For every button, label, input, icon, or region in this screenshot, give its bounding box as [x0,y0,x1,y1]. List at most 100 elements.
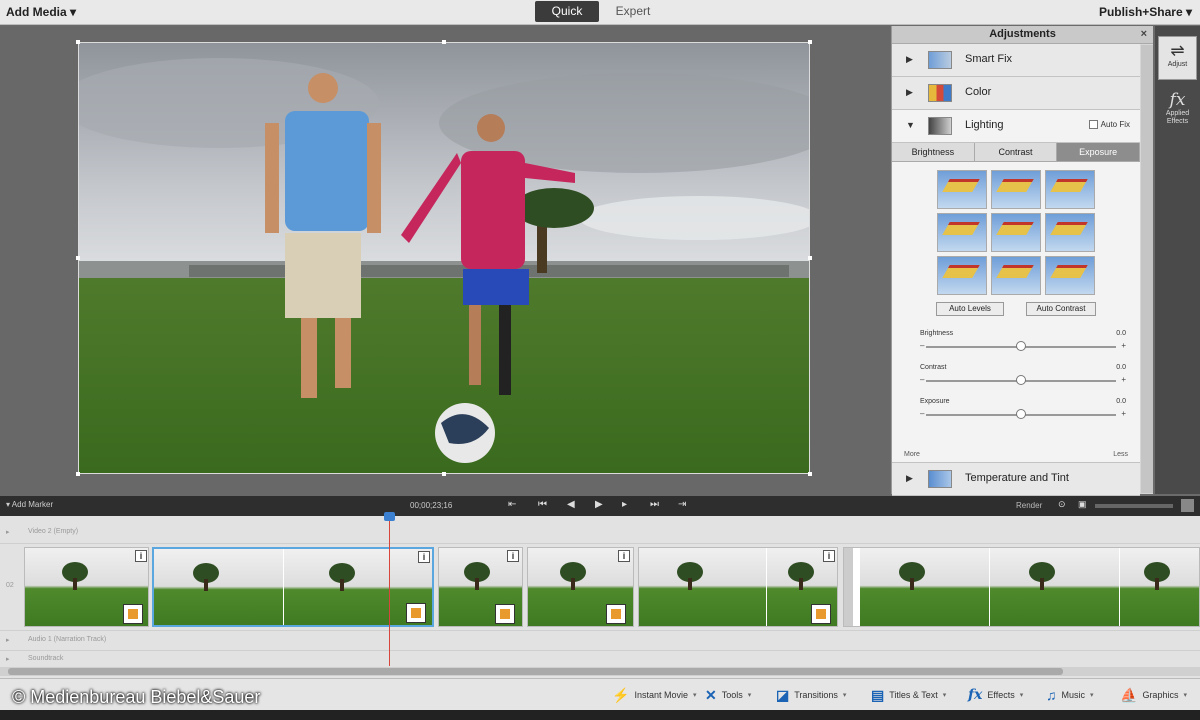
clip-info-icon[interactable]: i [418,551,430,563]
track-toggle-icon[interactable]: ▸ [6,528,10,536]
graphics-button[interactable]: ⛵ Graphics ▾ [1120,686,1187,704]
plus-icon[interactable]: + [1121,341,1126,350]
section-smart-fix[interactable]: ▶ Smart Fix [892,44,1140,77]
exposure-preset-thumb[interactable] [937,170,987,209]
clip-effects-icon[interactable] [811,604,831,624]
section-color[interactable]: ▶ Color [892,77,1140,110]
clip-info-icon[interactable]: i [823,550,835,562]
clip-effects-icon[interactable] [123,604,143,624]
fast-forward-icon[interactable]: ⏭ [650,499,659,510]
crop-handle[interactable] [76,256,80,260]
timeline-scrollbar[interactable] [0,667,1200,676]
minus-icon[interactable]: – [920,375,924,384]
track-toggle-icon[interactable]: ▸ [6,655,10,663]
tree-trunk [1039,578,1044,590]
section-lighting[interactable]: ▼ Lighting Auto Fix [892,110,1140,143]
instant-movie-button[interactable]: ⚡ Instant Movie ▾ [612,686,696,704]
exposure-preset-thumb[interactable] [937,213,987,252]
adjust-button[interactable]: ⇌ Adjust [1158,36,1197,80]
crop-handle[interactable] [76,40,80,44]
step-forward-icon[interactable]: ▸ [622,499,627,510]
rewind-icon[interactable]: ⏮ [538,499,547,510]
music-button[interactable]: ♫ Music ▾ [1046,686,1094,704]
crop-handle[interactable] [76,472,80,476]
publish-share-button[interactable]: Publish+Share ▾ [1099,5,1192,19]
video-preview-frame[interactable] [78,42,810,474]
plus-icon[interactable]: + [1121,375,1126,384]
step-back-icon[interactable]: ◀ [567,499,575,510]
slider-knob[interactable] [1016,341,1026,351]
transitions-icon: ◪ [776,686,790,703]
minus-icon[interactable]: – [920,341,924,350]
clip-info-icon[interactable]: i [618,550,630,562]
video-clip[interactable]: i [638,547,838,627]
exposure-preset-thumb[interactable] [991,213,1041,252]
go-to-next-edit-icon[interactable]: ⇥ [678,499,686,510]
timeline-tracks: ▸ Video 2 (Empty) 02 ▸ Audio 1 (Narratio… [0,516,1200,678]
crop-handle[interactable] [808,256,812,260]
crop-handle[interactable] [808,472,812,476]
tab-contrast[interactable]: Contrast [975,143,1058,161]
video-clip[interactable]: i [438,547,523,627]
effects-button[interactable]: fx Effects ▾ [968,686,1023,704]
go-to-previous-edit-icon[interactable]: ⇤ [508,499,516,510]
less-link[interactable]: Less [1113,451,1128,458]
zoom-out-icon[interactable]: ▣ [1078,499,1087,510]
tab-brightness[interactable]: Brightness [892,143,975,161]
playhead-line[interactable] [389,514,390,666]
plus-icon[interactable]: + [1121,409,1126,418]
exposure-preset-thumb[interactable] [991,170,1041,209]
video-clip[interactable]: i [24,547,149,627]
add-media-button[interactable]: Add Media ▾ [6,5,76,19]
tools-button[interactable]: ✕ Tools ▾ [705,686,751,704]
auto-levels-button[interactable]: Auto Levels [936,302,1004,316]
scrollbar-thumb[interactable] [8,668,1063,675]
exposure-preset-thumb[interactable] [991,256,1041,295]
preview-image [79,43,809,473]
adjustments-title-text: Adjustments [989,28,1056,40]
timeline-options-icon[interactable] [1181,499,1194,512]
clip-effects-icon[interactable] [406,603,426,623]
close-icon[interactable]: × [1141,26,1147,43]
auto-fix-checkbox[interactable]: Auto Fix [1088,120,1130,130]
crop-handle[interactable] [442,40,446,44]
slider-knob[interactable] [1016,409,1026,419]
zoom-slider[interactable] [1095,504,1173,508]
panel-scrollbar[interactable] [1141,45,1153,493]
minus-icon[interactable]: – [920,409,924,418]
applied-effects-button[interactable]: fx Applied Effects [1158,86,1197,130]
clip-frame [860,548,990,626]
transitions-button[interactable]: ◪ Transitions ▾ [776,686,846,704]
track-toggle-icon[interactable]: ▸ [6,636,10,644]
clip-info-icon[interactable]: i [507,550,519,562]
auto-contrast-button[interactable]: Auto Contrast [1026,302,1096,316]
exposure-preset-thumb[interactable] [1045,170,1095,209]
play-icon[interactable]: ▶ [595,499,603,510]
titles-text-button[interactable]: ▤ Titles & Text ▾ [871,686,946,704]
tree-trunk [799,578,804,590]
video-clip[interactable] [843,547,1200,627]
exposure-preset-thumb[interactable] [937,256,987,295]
video-clip[interactable]: i [527,547,634,627]
tab-expert[interactable]: Expert [604,1,662,22]
crop-handle[interactable] [442,472,446,476]
exposure-preset-thumb[interactable] [1045,213,1095,252]
render-button[interactable]: Render [1016,501,1042,510]
exposure-preset-thumb[interactable] [1045,256,1095,295]
video-clip-selected[interactable]: i [152,547,434,627]
clip-effects-icon[interactable] [606,604,626,624]
slider-knob[interactable] [1016,375,1026,385]
slider-value: 0.0 [1116,330,1126,337]
clip-effects-icon[interactable] [495,604,515,624]
auto-fix-label: Auto Fix [1100,120,1130,129]
section-temperature-tint[interactable]: ▶ Temperature and Tint [892,463,1140,496]
tree-trunk [1155,578,1159,590]
tab-quick[interactable]: Quick [535,1,599,22]
clip-info-icon[interactable]: i [135,550,147,562]
playhead-handle[interactable] [384,512,395,521]
crop-handle[interactable] [808,40,812,44]
add-marker-button[interactable]: ▾ Add Marker [6,500,53,509]
tab-exposure[interactable]: Exposure [1057,143,1141,161]
view-icon[interactable]: ⊙ [1058,499,1066,510]
more-link[interactable]: More [904,451,920,458]
